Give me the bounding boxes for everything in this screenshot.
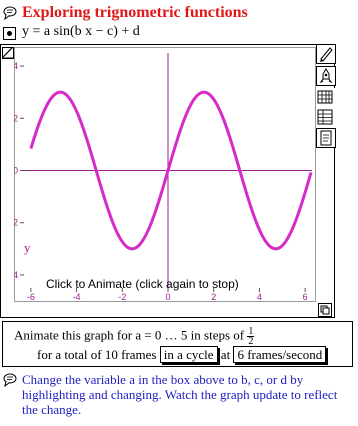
animate-frames-line: for a total of 10 frames in a cycle at 6… — [37, 346, 327, 363]
pencil-icon[interactable] — [316, 44, 336, 64]
y-tick-label: 4 — [14, 61, 18, 71]
y-tick-label: -2 — [14, 218, 18, 228]
instruction-note: Change the variable a in the box above t… — [22, 372, 338, 417]
comment-icon[interactable] — [3, 6, 17, 21]
document-icon[interactable] — [316, 128, 336, 148]
animate-range[interactable]: = 0 … 5 in steps of — [144, 327, 244, 342]
cycle-option-button[interactable]: in a cycle — [159, 346, 218, 363]
x-tick-label: -2 — [118, 292, 126, 302]
function-plot[interactable]: -6-4-20246 420-2-4 x y — [14, 47, 316, 302]
comment-icon[interactable] — [3, 373, 17, 388]
x-tick-label: 4 — [257, 292, 262, 302]
x-tick-label: -6 — [27, 292, 35, 302]
graph-toolbar — [316, 44, 336, 152]
animate-prefix: Animate this graph for — [14, 327, 133, 343]
grid-icon[interactable] — [316, 88, 336, 108]
animate-caption[interactable]: Click to Animate (click again to stop) — [46, 277, 239, 291]
equation-text[interactable]: y = a sin(b x − c) + d — [22, 24, 140, 40]
at-label: at — [220, 347, 231, 362]
y-axis-label: y — [24, 240, 31, 255]
x-tick-label: -4 — [73, 292, 81, 302]
pane-resize-icon[interactable] — [318, 303, 332, 317]
x-tick-label: 2 — [211, 292, 216, 302]
frames-total[interactable]: for a total of 10 frames — [37, 347, 156, 362]
resize-handle-icon[interactable] — [2, 46, 14, 59]
frame-rate-button[interactable]: 6 frames/second — [233, 346, 327, 363]
rocket-icon[interactable] — [316, 66, 336, 86]
step-fraction[interactable]: 1 2 — [247, 327, 255, 347]
animate-range-line: Animate this graph for a = 0 … 5 in step… — [14, 327, 255, 347]
page-title: Exploring trignometric functions — [22, 4, 248, 21]
y-tick-label: 0 — [14, 166, 18, 176]
y-tick-label: -4 — [14, 270, 18, 280]
x-tick-label: 6 — [303, 292, 308, 302]
y-tick-label: 2 — [14, 113, 18, 123]
animate-variable-field[interactable]: a — [135, 327, 141, 342]
equation-toggle[interactable] — [3, 27, 16, 40]
table-icon[interactable] — [316, 108, 336, 128]
x-tick-label: 0 — [165, 292, 170, 302]
